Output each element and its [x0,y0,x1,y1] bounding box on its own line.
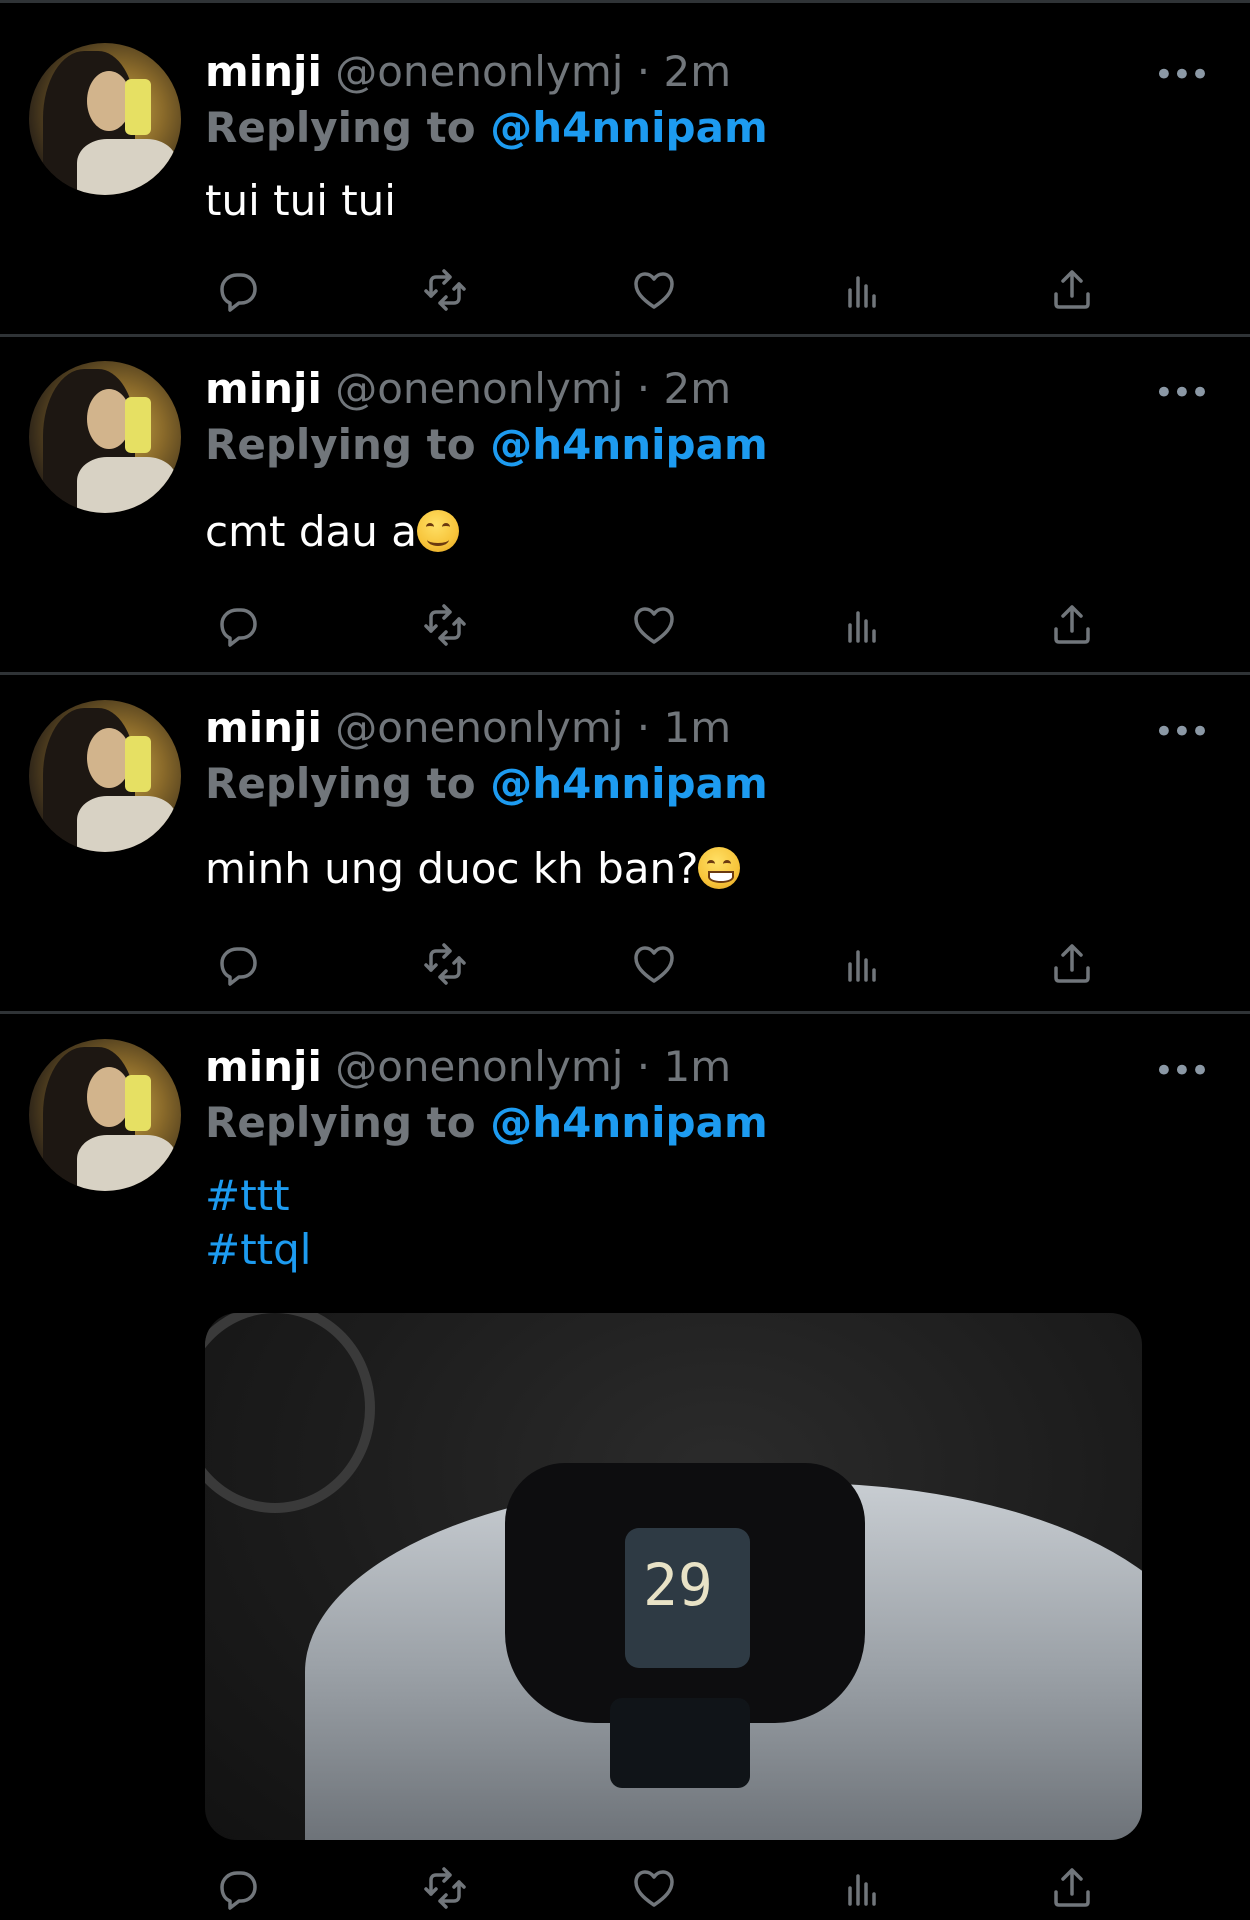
tweet-header: minji @onenonlymj · 2m [205,363,731,415]
more-options-icon[interactable]: ••• [1154,712,1210,752]
share-icon[interactable] [1044,597,1100,653]
user-handle[interactable]: @onenonlymj [335,364,623,413]
retweet-icon[interactable] [417,936,473,992]
reply-icon[interactable] [208,597,264,653]
tweet-actions [205,597,1105,653]
share-icon[interactable] [1044,936,1100,992]
retweet-icon[interactable] [417,1860,473,1916]
timestamp[interactable]: 2m [664,47,732,96]
timestamp[interactable]: 1m [664,703,732,752]
like-icon[interactable] [626,1860,682,1916]
like-icon[interactable] [626,936,682,992]
scooter-wheel [205,1313,375,1513]
display-name[interactable]: minji [205,364,322,413]
tweet-header: minji @onenonlymj · 1m [205,1041,731,1093]
grinning-face-icon [698,847,741,889]
avatar[interactable] [29,361,181,513]
tweet-actions [205,262,1105,318]
tweet-actions [205,1860,1105,1916]
separator-dot: · [636,703,651,752]
user-handle[interactable]: @onenonlymj [335,1042,623,1091]
views-icon[interactable] [835,262,891,318]
avatar[interactable] [29,43,181,195]
tweet-hashtags: #ttt #ttql [205,1169,311,1277]
user-handle[interactable]: @onenonlymj [335,47,623,96]
tweet-header: minji @onenonlymj · 1m [205,702,731,754]
replying-label: Replying to [205,420,476,469]
user-handle[interactable]: @onenonlymj [335,703,623,752]
replying-label: Replying to [205,1098,476,1147]
views-icon[interactable] [835,936,891,992]
tweet[interactable]: minji @onenonlymj · 2m Replying to @h4nn… [0,3,1250,337]
speed-readout: 29 [643,1551,713,1619]
display-name[interactable]: minji [205,1042,322,1091]
more-options-icon[interactable]: ••• [1154,373,1210,413]
tweet-text: tui tui tui [205,176,396,225]
views-icon[interactable] [835,597,891,653]
avatar[interactable] [29,1039,181,1191]
replying-to: Replying to @h4nnipam [205,419,768,471]
tweet-photo[interactable]: 29 [205,1313,1142,1840]
timestamp[interactable]: 1m [664,1042,732,1091]
separator-dot: · [636,47,651,96]
tweet-text: cmt dau a [205,507,417,556]
reply-mention-link[interactable]: @h4nnipam [490,103,768,152]
tweet[interactable]: minji @onenonlymj · 1m Replying to @h4nn… [0,1014,1250,1920]
more-options-icon[interactable]: ••• [1154,1051,1210,1091]
views-icon[interactable] [835,1860,891,1916]
tweet[interactable]: minji @onenonlymj · 2m Replying to @h4nn… [0,337,1250,675]
tweet-header: minji @onenonlymj · 2m [205,46,731,98]
retweet-icon[interactable] [417,262,473,318]
separator-dot: · [636,364,651,413]
like-icon[interactable] [626,597,682,653]
timestamp[interactable]: 2m [664,364,732,413]
reply-mention-link[interactable]: @h4nnipam [490,420,768,469]
like-icon[interactable] [626,262,682,318]
hashtag-link[interactable]: #ttt [205,1169,311,1223]
retweet-icon[interactable] [417,597,473,653]
replying-to: Replying to @h4nnipam [205,102,768,154]
reply-icon[interactable] [208,936,264,992]
share-icon[interactable] [1044,1860,1100,1916]
tweet[interactable]: minji @onenonlymj · 1m Replying to @h4nn… [0,675,1250,1014]
tweet-text-line: cmt dau a [205,505,459,559]
reply-mention-link[interactable]: @h4nnipam [490,759,768,808]
reply-icon[interactable] [208,262,264,318]
reply-mention-link[interactable]: @h4nnipam [490,1098,768,1147]
reply-icon[interactable] [208,1860,264,1916]
display-name[interactable]: minji [205,47,322,96]
odometer-display [610,1698,750,1788]
smiling-face-icon [416,510,459,552]
replying-label: Replying to [205,759,476,808]
tweet-text: minh ung duoc kh ban? [205,844,699,893]
avatar[interactable] [29,700,181,852]
hashtag-link[interactable]: #ttql [205,1223,311,1277]
more-options-icon[interactable]: ••• [1154,55,1210,95]
tweet-text-line: minh ung duoc kh ban? [205,842,741,896]
replying-to: Replying to @h4nnipam [205,1097,768,1149]
share-icon[interactable] [1044,262,1100,318]
replying-to: Replying to @h4nnipam [205,758,768,810]
replying-label: Replying to [205,103,476,152]
display-name[interactable]: minji [205,703,322,752]
separator-dot: · [636,1042,651,1091]
tweet-actions [205,936,1105,992]
